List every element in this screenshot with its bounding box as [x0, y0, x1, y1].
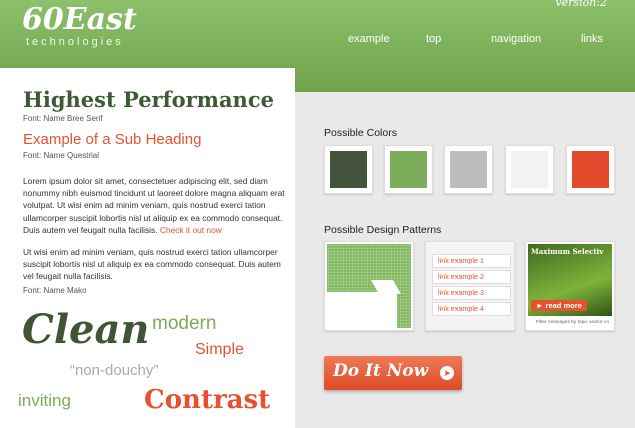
color-swatch-gray [444, 145, 493, 194]
word-simple: Simple [195, 341, 244, 358]
possible-colors-title: Possible Colors [324, 127, 397, 139]
pattern-gallery: Maximum Selectiv ► read more Filter mess… [525, 241, 615, 331]
color-swatch-orange [566, 145, 615, 194]
swatch-fill [572, 151, 609, 188]
color-swatch-light-gray [505, 145, 554, 194]
sub-heading: Example of a Sub Heading [23, 131, 202, 148]
swatch-fill [330, 151, 367, 188]
heading-font-note: Font: Name Bree Serif [23, 114, 103, 123]
version-label: version:2 [555, 0, 607, 9]
swatch-fill [450, 151, 487, 188]
nav-links[interactable]: links [581, 33, 603, 45]
read-more-label: read more [545, 301, 582, 310]
link-example-2[interactable]: link example 2 [432, 270, 511, 284]
color-swatch-green [384, 145, 433, 194]
do-it-now-button[interactable]: Do It Now ➤ [324, 356, 462, 390]
check-it-out-link[interactable]: Check it out now [160, 225, 222, 235]
do-it-now-label: Do It Now [333, 361, 429, 381]
design-patterns-title: Possible Design Patterns [324, 224, 442, 236]
word-modern: modern [152, 313, 217, 334]
gallery-title: Maximum Selectiv [531, 247, 604, 256]
nav-navigation[interactable]: navigation [491, 33, 541, 45]
link-example-1[interactable]: link example 1 [432, 254, 511, 268]
dotted-cutout [327, 292, 397, 330]
gallery-caption: Filter messages by topic and/or co [536, 320, 610, 325]
nav-example[interactable]: example [348, 33, 390, 45]
page-heading: Highest Performance [23, 87, 274, 112]
link-example-3[interactable]: link example 3 [432, 286, 511, 300]
play-icon: ► [536, 301, 544, 310]
logo-subtitle: technologies [26, 36, 124, 48]
swatch-fill [390, 151, 427, 188]
paragraph-1-text: Lorem ipsum dolor sit amet, consectetuer… [23, 176, 285, 235]
word-non-douchy: “non-douchy” [70, 362, 159, 379]
word-clean: Clean [22, 306, 150, 353]
color-swatch-dark-green [324, 145, 373, 194]
paragraph-1: Lorem ipsum dolor sit amet, consectetuer… [23, 175, 285, 236]
pattern-dotted-tab [324, 241, 414, 331]
word-contrast: Contrast [144, 385, 271, 415]
body-font-note: Font: Name Mako [23, 286, 87, 295]
paragraph-2: Ut wisi enim ad minim veniam, quis nostr… [23, 247, 281, 282]
read-more-button[interactable]: ► read more [531, 300, 587, 311]
link-example-4[interactable]: link example 4 [432, 302, 511, 316]
nav-top[interactable]: top [426, 33, 441, 45]
subheading-font-note: Font: Name Questrial [23, 151, 100, 160]
arrow-right-icon: ➤ [440, 366, 454, 380]
pattern-link-list: link example 1 link example 2 link examp… [425, 241, 515, 331]
swatch-fill [511, 151, 548, 188]
word-inviting: inviting [18, 391, 71, 410]
logo[interactable]: 60East [22, 2, 137, 37]
panel-corner [280, 68, 295, 83]
